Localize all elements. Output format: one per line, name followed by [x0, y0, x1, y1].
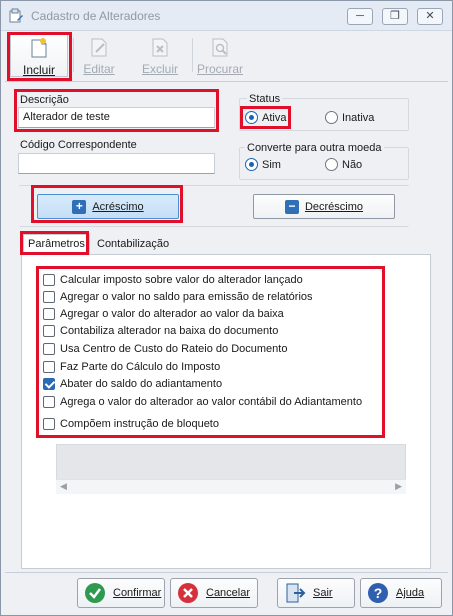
window-title: Cadastro de Alteradores — [31, 9, 161, 23]
ajuda-label: Ajuda — [396, 587, 425, 599]
help-icon: ? — [368, 583, 388, 603]
param-checkbox-3[interactable]: Contabiliza alterador na baixa do docume… — [43, 325, 278, 337]
moeda-label: Converte para outra moeda — [245, 142, 384, 154]
status-inativa-radio[interactable]: Inativa — [325, 111, 374, 124]
minus-icon: − — [284, 199, 299, 214]
incluir-label: Incluir — [22, 63, 55, 77]
incluir-button[interactable]: Incluir — [10, 33, 68, 77]
edit-icon — [91, 38, 107, 57]
procurar-button[interactable]: Procurar — [191, 33, 249, 77]
svg-text:?: ? — [374, 585, 383, 601]
divider — [5, 81, 448, 82]
codigo-label: Código Correspondente — [20, 139, 137, 151]
excluir-button[interactable]: Excluir — [131, 33, 189, 77]
decrescimo-button[interactable]: − Decréscimo — [253, 194, 395, 219]
param-checkbox-0[interactable]: Calcular imposto sobre valor do alterado… — [43, 274, 303, 286]
checkbox-unchecked-icon — [43, 418, 55, 430]
param-label-6: Abater do saldo do adiantamento — [60, 378, 223, 390]
radio-selected-icon — [245, 158, 258, 171]
radio-unselected-icon — [325, 158, 338, 171]
cancelar-button[interactable]: Cancelar — [170, 578, 258, 608]
param-checkbox-1[interactable]: Agregar o valor no saldo para emissão de… — [43, 291, 313, 303]
procurar-label: Procurar — [196, 62, 243, 76]
ajuda-button[interactable]: ? Ajuda — [360, 578, 442, 608]
window: Cadastro de Alteradores ─ ❐ ✕ Incluir Ed… — [0, 0, 453, 616]
status-inativa-label: Inativa — [342, 111, 375, 124]
acrescimo-label: Acréscimo — [92, 200, 144, 213]
moeda-nao-radio[interactable]: Não — [325, 158, 362, 171]
param-label-5: Faz Parte do Cálculo do Imposto — [60, 361, 221, 373]
checkbox-unchecked-icon — [43, 274, 55, 286]
horizontal-scrollbar[interactable]: ◀ ▶ — [56, 479, 406, 494]
param-label-7: Agrega o valor do alterador ao valor con… — [60, 396, 363, 408]
decrescimo-label: Decréscimo — [304, 200, 364, 213]
toolbar: Incluir Editar Excluir Procurar — [5, 32, 445, 78]
app-icon — [9, 8, 23, 23]
moeda-nao-label: Não — [342, 158, 363, 171]
param-checkbox-4[interactable]: Usa Centro de Custo do Rateio do Documen… — [43, 343, 287, 355]
minimize-button[interactable]: ─ — [347, 8, 373, 25]
param-checkbox-7[interactable]: Agrega o valor do alterador ao valor con… — [43, 396, 362, 408]
cancelar-label: Cancelar — [206, 587, 251, 599]
param-label-0: Calcular imposto sobre valor do alterado… — [60, 274, 303, 286]
divider — [5, 572, 448, 573]
param-label-8: Compõem instrução de bloqueto — [60, 418, 219, 430]
radio-selected-icon — [245, 111, 258, 124]
excluir-label: Excluir — [141, 62, 178, 76]
delete-icon — [152, 38, 168, 57]
param-checkbox-5[interactable]: Faz Parte do Cálculo do Imposto — [43, 361, 220, 373]
cancel-icon — [178, 583, 198, 603]
acrescimo-button[interactable]: + Acréscimo — [37, 194, 179, 219]
radio-unselected-icon — [325, 111, 338, 124]
status-ativa-label: Ativa — [262, 111, 287, 124]
param-checkbox-8[interactable]: Compõem instrução de bloqueto — [43, 418, 219, 430]
status-label: Status — [247, 93, 283, 105]
checkbox-unchecked-icon — [43, 361, 55, 373]
confirmar-button[interactable]: Confirmar — [77, 578, 165, 608]
status-ativa-radio[interactable]: Ativa — [245, 111, 286, 124]
moeda-sim-radio[interactable]: Sim — [245, 158, 281, 171]
exit-door-icon — [286, 583, 306, 603]
moeda-sim-label: Sim — [262, 158, 281, 171]
search-icon — [212, 38, 228, 57]
checkbox-unchecked-icon — [43, 325, 55, 337]
param-label-3: Contabiliza alterador na baixa do docume… — [60, 325, 279, 337]
check-icon — [85, 583, 105, 603]
sair-button[interactable]: Sair — [277, 578, 355, 608]
new-document-icon — [31, 38, 47, 58]
scroll-right-icon[interactable]: ▶ — [395, 481, 402, 492]
confirmar-label: Confirmar — [113, 587, 162, 599]
descricao-label: Descrição — [20, 94, 69, 106]
param-label-1: Agregar o valor no saldo para emissão de… — [60, 291, 313, 303]
tab-contabilizacao[interactable]: Contabilização — [93, 235, 173, 255]
param-checkbox-6[interactable]: Abater do saldo do adiantamento — [43, 378, 222, 390]
restore-button[interactable]: ❐ — [382, 8, 408, 25]
checkbox-unchecked-icon — [43, 396, 55, 408]
param-label-2: Agregar o valor do alterador ao valor da… — [60, 308, 284, 320]
close-button[interactable]: ✕ — [417, 8, 443, 25]
checkbox-unchecked-icon — [43, 291, 55, 303]
editar-button[interactable]: Editar — [70, 33, 128, 77]
param-checkbox-2[interactable]: Agregar o valor do alterador ao valor da… — [43, 308, 284, 320]
checkbox-checked-icon — [43, 378, 55, 390]
codigo-field[interactable] — [18, 153, 215, 174]
scroll-left-icon[interactable]: ◀ — [60, 481, 67, 492]
title-bar: Cadastro de Alteradores ─ ❐ ✕ — [1, 1, 452, 31]
checkbox-unchecked-icon — [43, 343, 55, 355]
tab-parametros[interactable]: Parâmetros — [23, 234, 90, 254]
param-label-4: Usa Centro de Custo do Rateio do Documen… — [60, 343, 288, 355]
sair-label: Sair — [313, 587, 333, 599]
editar-label: Editar — [83, 62, 115, 76]
descricao-field[interactable]: Alterador de teste — [18, 107, 215, 128]
checkbox-unchecked-icon — [43, 308, 55, 320]
plus-icon: + — [72, 199, 87, 214]
